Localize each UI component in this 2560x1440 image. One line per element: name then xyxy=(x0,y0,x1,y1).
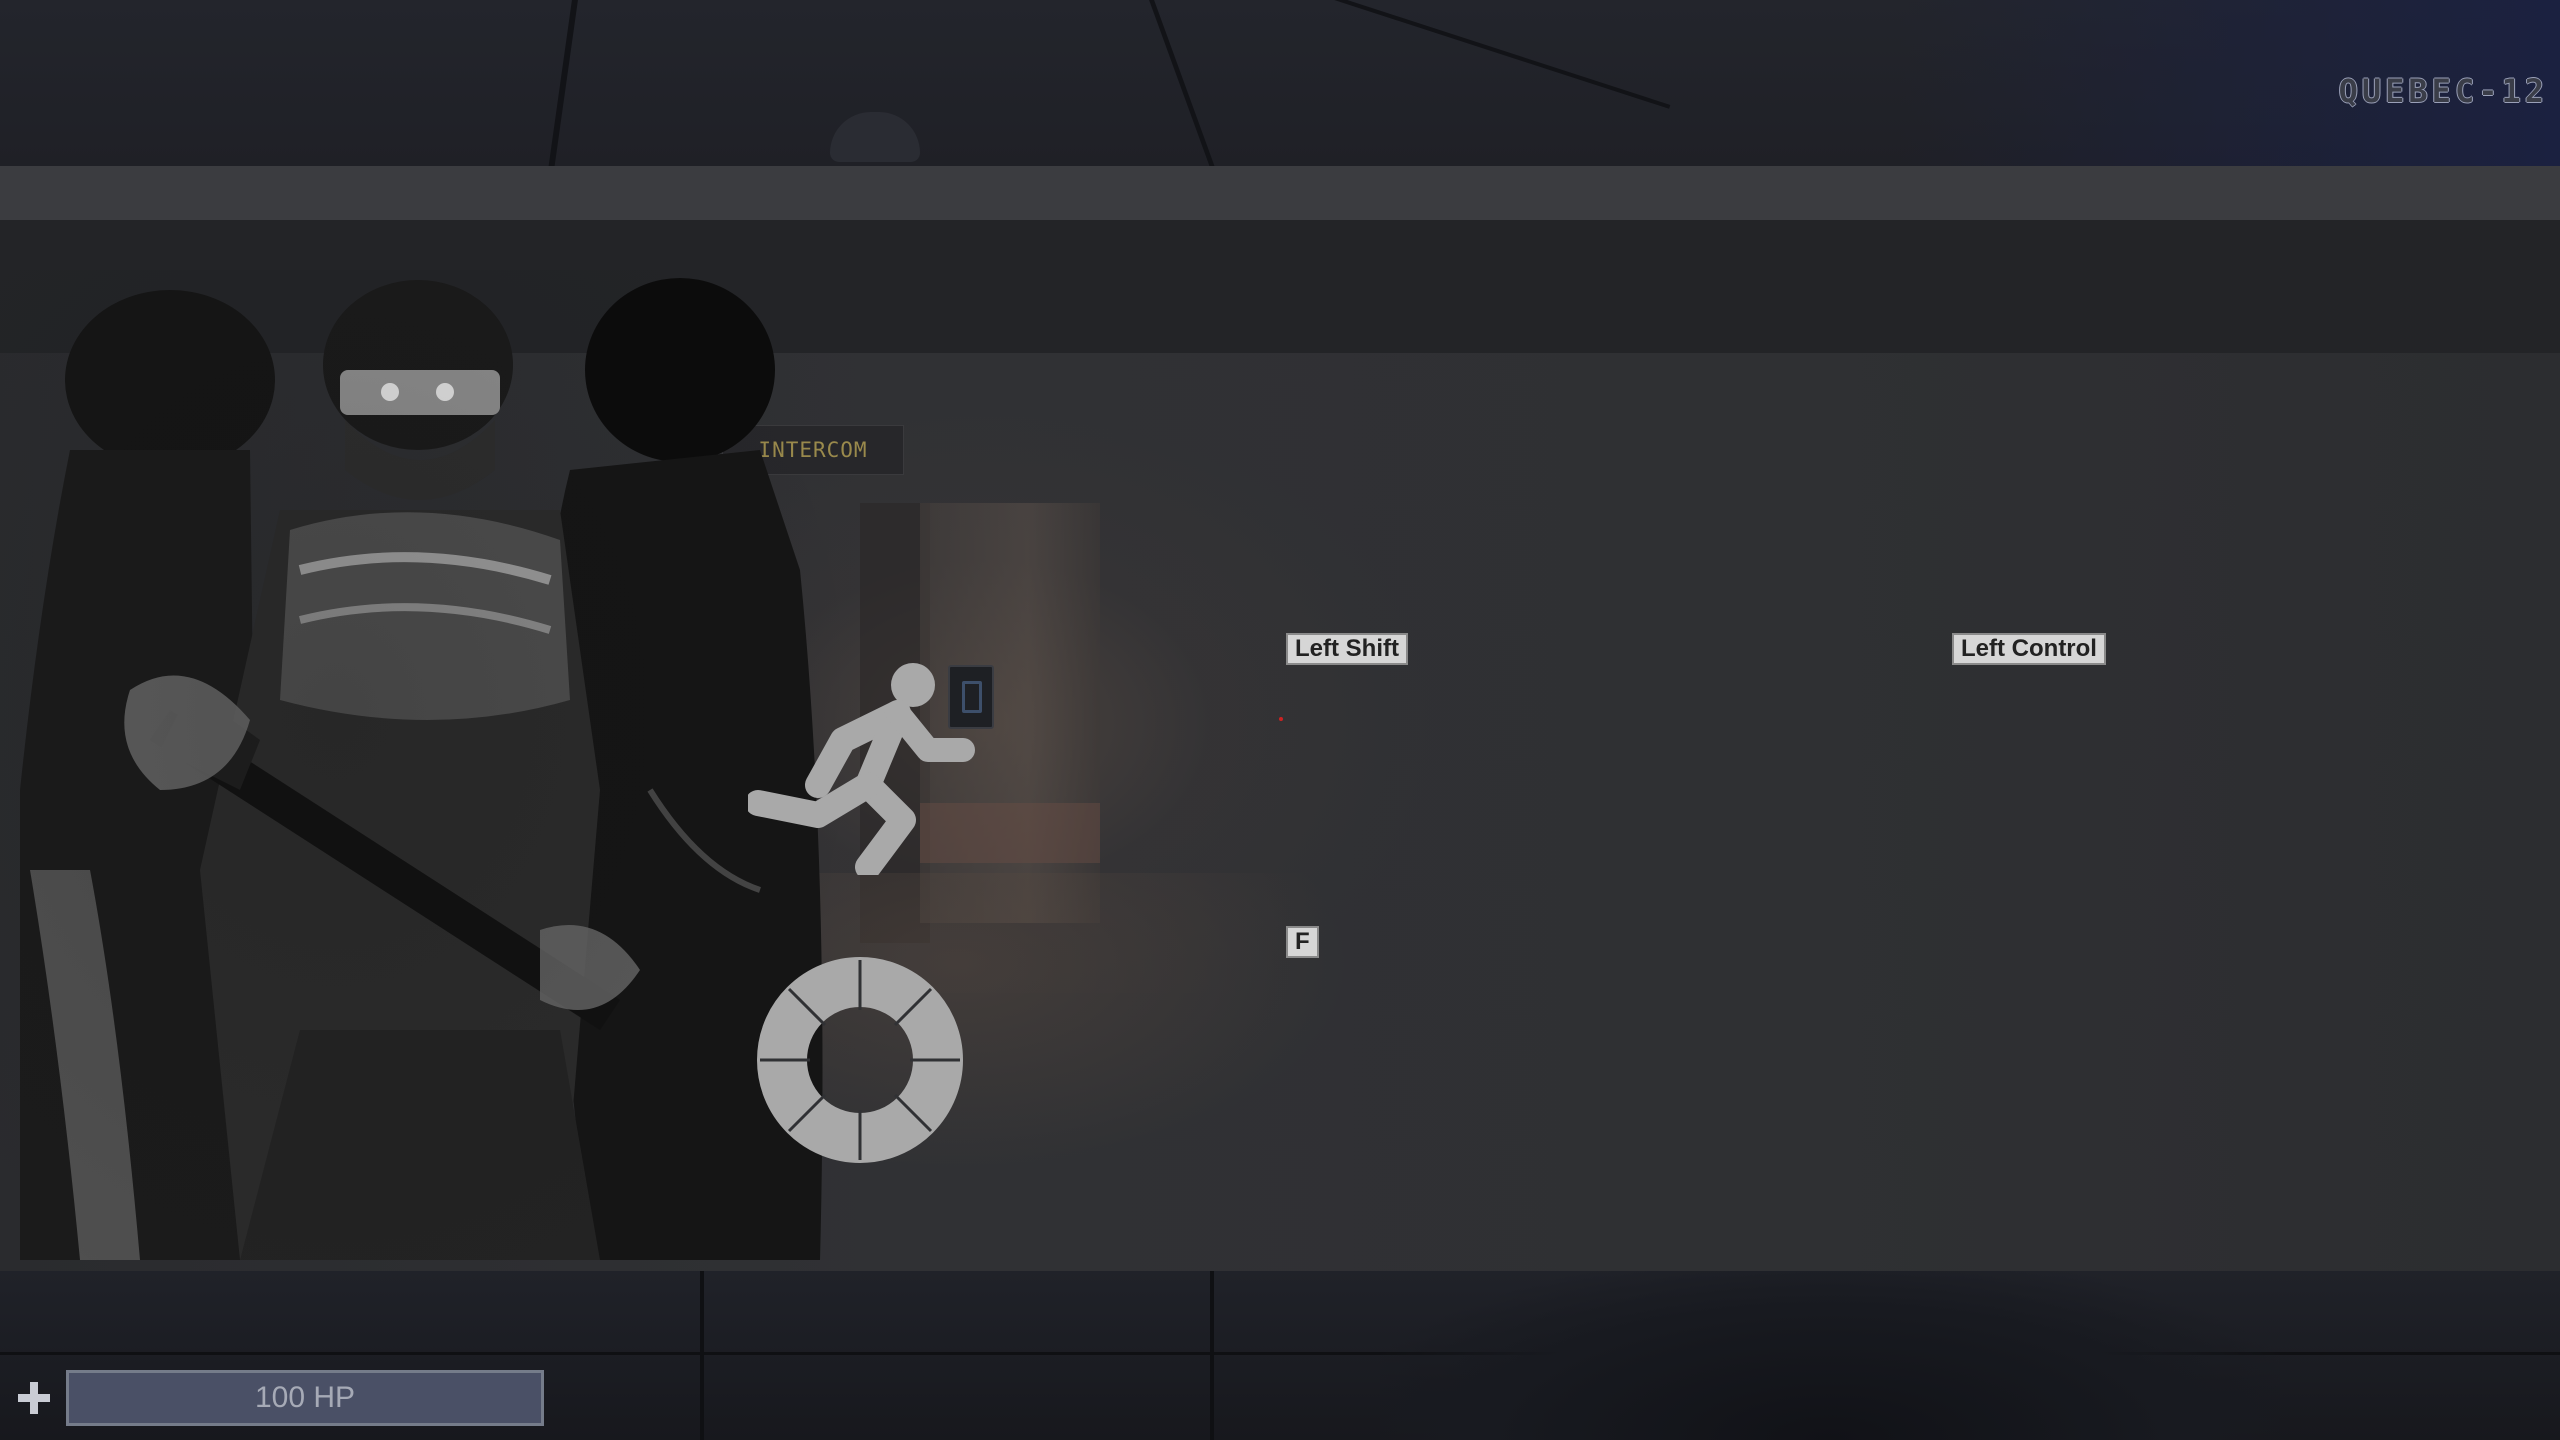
health-display: 100 HP xyxy=(18,1370,544,1426)
health-bar: 100 HP xyxy=(66,1370,544,1426)
held-weapon-silhouette xyxy=(1380,1270,2280,1440)
floor-seam xyxy=(1210,1270,1214,1440)
plus-icon xyxy=(18,1382,50,1414)
ring-wheel-icon xyxy=(757,957,963,1163)
overlay-header-strip xyxy=(0,166,2560,220)
interact-key-label: F xyxy=(1286,926,1319,958)
team-artwork xyxy=(0,270,840,1260)
health-value: 100 HP xyxy=(254,1381,356,1414)
sprint-key-label: Left Shift xyxy=(1286,633,1408,665)
floor-seam xyxy=(700,1270,704,1440)
crouch-key-label: Left Control xyxy=(1952,633,2106,665)
running-person-icon xyxy=(748,663,975,875)
location-label: QUEBEC-12 xyxy=(2338,72,2548,110)
crosshair-dot xyxy=(1279,717,1283,721)
